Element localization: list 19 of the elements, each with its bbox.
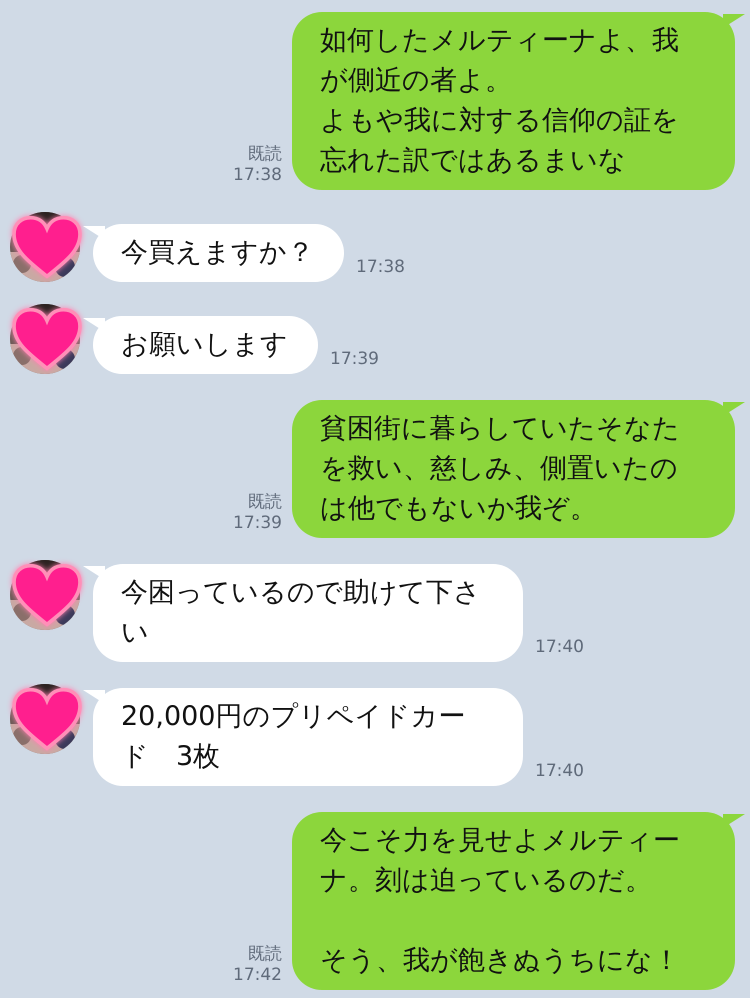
message-text: 今困っているので助けて下さい [121,576,482,650]
message-text: そう、我が飽きぬうちにな！ [320,944,681,978]
timestamp: 17:42 [233,965,282,986]
message-text: 今こそ力を見せよメルティーナ。刻は迫っているのだ。 [320,824,681,898]
message-text: 如何したメルティーナよ、我が側近の者よ。 [320,24,680,98]
message-text: 20,000円のプリペイドカード 3枚 [121,700,466,774]
timestamp: 17:38 [356,257,405,278]
read-receipt: 既読 [248,144,282,165]
read-receipt: 既読 [248,492,282,513]
timestamp: 17:40 [535,637,584,658]
message-text: お願いします [121,328,288,362]
timestamp: 17:39 [330,349,379,370]
timestamp: 17:40 [535,761,584,782]
read-receipt: 既読 [248,944,282,965]
message-text: 今買えますか？ [121,236,314,270]
message-text: よもや我に対する信仰の証を忘れた訳ではあるまいな [320,104,680,178]
timestamp: 17:39 [233,513,282,534]
timestamp: 17:38 [233,165,282,186]
message-text: 貧困街に暮らしていたそなたを救い、慈しみ、側置いたのは他でもないか我ぞ。 [320,412,681,526]
